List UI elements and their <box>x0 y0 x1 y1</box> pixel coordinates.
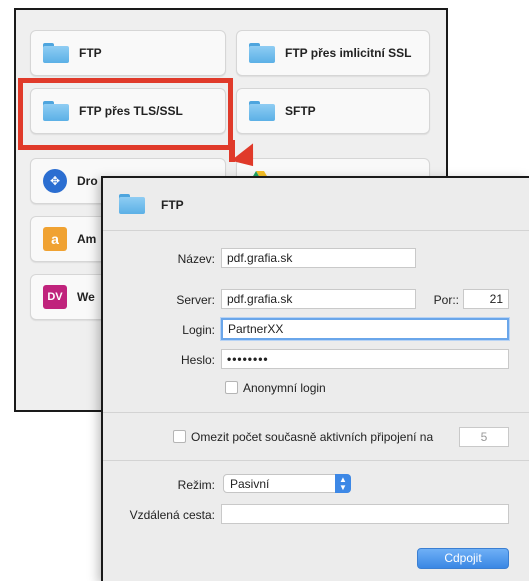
amazon-icon: a <box>43 227 67 251</box>
divider <box>103 460 529 461</box>
divider <box>103 230 529 231</box>
folder-icon <box>43 43 69 63</box>
folder-icon <box>249 101 275 121</box>
type-ftp-button[interactable]: FTP <box>30 30 226 76</box>
server-input[interactable] <box>221 289 416 309</box>
select-arrows-icon: ▲ ▼ <box>335 474 351 493</box>
password-input[interactable]: •••••••• <box>221 349 509 369</box>
anonymous-login-label: Anonymní login <box>243 381 326 395</box>
limit-connections-checkbox[interactable] <box>173 430 186 443</box>
type-sftp-button[interactable]: SFTP <box>236 88 430 134</box>
dialog-title: FTP <box>161 198 184 212</box>
dropbox-icon: ✥ <box>43 169 67 193</box>
remote-path-input[interactable] <box>221 504 509 524</box>
type-ftp-implicit-ssl-button[interactable]: FTP přes imlicitní SSL <box>236 30 430 76</box>
server-label: Server: <box>176 293 215 307</box>
divider <box>103 412 529 413</box>
folder-icon <box>249 43 275 63</box>
port-label: Por:: <box>433 293 459 307</box>
type-dropbox-label: Dro <box>77 174 98 188</box>
type-ftp-implicit-ssl-label: FTP přes imlicitní SSL <box>285 46 412 60</box>
webdav-icon: DV <box>43 285 67 309</box>
name-label: Název: <box>177 252 215 266</box>
mode-label: Režim: <box>177 478 215 492</box>
port-input[interactable] <box>463 289 509 309</box>
dialog-header: FTP <box>119 194 184 216</box>
mode-select-value: Pasivní <box>230 477 270 491</box>
type-amazon-label: Am <box>77 232 97 246</box>
limit-connections-input[interactable] <box>459 427 509 447</box>
mode-select[interactable]: Pasivní ▲ ▼ <box>223 474 351 493</box>
name-input[interactable] <box>221 248 416 268</box>
highlight-frame <box>18 78 233 150</box>
type-sftp-label: SFTP <box>285 104 316 118</box>
login-input[interactable] <box>221 318 509 340</box>
password-label: Heslo: <box>180 353 215 367</box>
anonymous-login-checkbox[interactable] <box>225 381 238 394</box>
type-ftp-label: FTP <box>79 46 102 60</box>
login-label: Login: <box>182 323 215 337</box>
connect-button[interactable]: Cdpojit <box>417 548 509 569</box>
remote-path-label: Vzdálená cesta: <box>129 508 215 522</box>
limit-connections-label: Omezit počet současně aktivních připojen… <box>191 430 434 444</box>
type-webdav-label: We <box>77 290 95 304</box>
ftp-settings-dialog: FTP Název: Server: Por:: Login: Heslo: •… <box>101 176 529 581</box>
folder-icon <box>119 194 147 216</box>
